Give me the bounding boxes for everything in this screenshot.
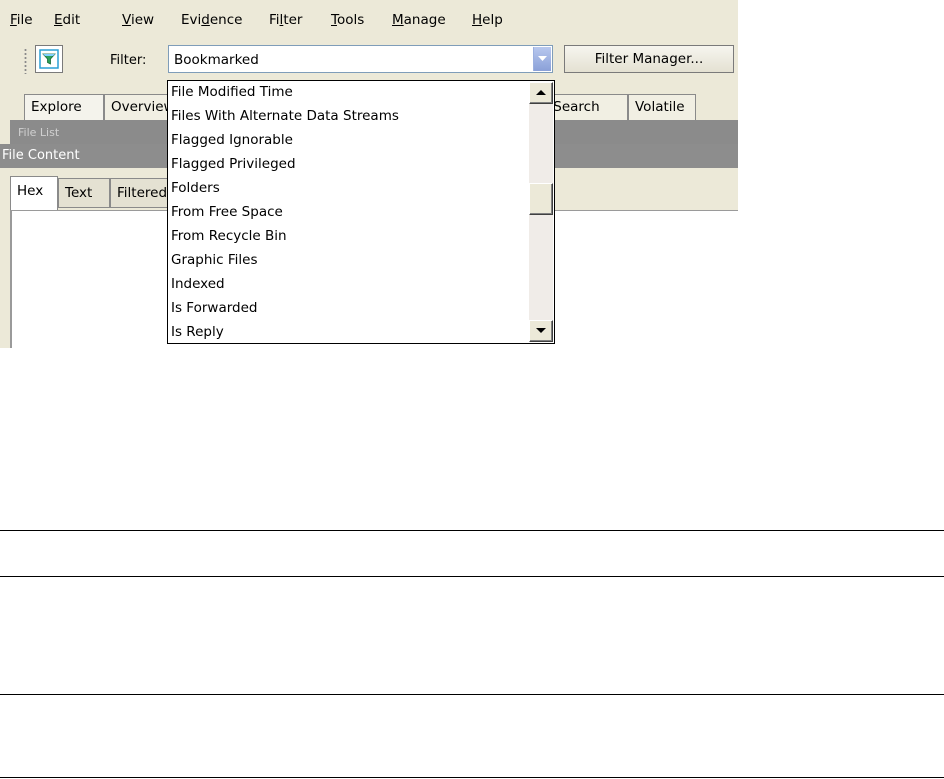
filter-dropdown-button[interactable] bbox=[533, 47, 551, 71]
dropdown-option[interactable]: Folders bbox=[171, 177, 220, 201]
tab-explore[interactable]: Explore bbox=[24, 94, 104, 120]
dropdown-option[interactable]: Flagged Ignorable bbox=[171, 129, 293, 153]
filter-dropdown-list[interactable]: File Modified Time Files With Alternate … bbox=[167, 80, 555, 344]
dropdown-option[interactable]: Flagged Privileged bbox=[171, 153, 296, 177]
menu-edit[interactable]: Edit bbox=[54, 12, 80, 28]
tab-overview[interactable]: Overview bbox=[104, 94, 174, 120]
arrow-up-icon bbox=[536, 90, 546, 95]
file-content-title: File Content bbox=[2, 148, 80, 163]
dropdown-option[interactable]: File Modified Time bbox=[171, 81, 293, 105]
arrow-down-icon bbox=[536, 328, 546, 333]
filter-select[interactable]: Bookmarked bbox=[168, 45, 553, 73]
tab-volatile[interactable]: Volatile bbox=[628, 94, 696, 120]
dropdown-option[interactable]: From Free Space bbox=[171, 201, 283, 225]
menu-filter[interactable]: Filter bbox=[269, 12, 302, 28]
file-list-title: File List bbox=[18, 126, 60, 139]
dropdown-option[interactable]: Indexed bbox=[171, 273, 225, 297]
menu-view[interactable]: View bbox=[122, 12, 154, 28]
menu-bar: File Edit View Evidence Filter Tools Man… bbox=[0, 0, 738, 40]
filter-toolbar: Filter: Bookmarked Filter Manager... bbox=[0, 40, 738, 80]
scroll-up-button[interactable] bbox=[529, 82, 553, 104]
tab-text[interactable]: Text bbox=[58, 178, 110, 208]
menu-file[interactable]: File bbox=[10, 12, 33, 28]
menu-manage[interactable]: Manage bbox=[392, 12, 446, 28]
filter-toggle-button[interactable] bbox=[35, 45, 63, 73]
filter-label: Filter: bbox=[110, 53, 147, 68]
chevron-down-icon bbox=[538, 56, 547, 61]
dropdown-option[interactable]: Graphic Files bbox=[171, 249, 258, 273]
menu-help[interactable]: Help bbox=[472, 12, 503, 28]
dropdown-option[interactable]: From Recycle Bin bbox=[171, 225, 287, 249]
dropdown-option[interactable]: Is Forwarded bbox=[171, 297, 257, 321]
menu-tools[interactable]: Tools bbox=[331, 12, 364, 28]
tab-index-search[interactable]: x Search bbox=[544, 94, 628, 120]
scrollbar-thumb[interactable] bbox=[529, 183, 553, 215]
divider-line bbox=[0, 530, 944, 531]
divider-line bbox=[0, 777, 944, 778]
dropdown-option[interactable]: Files With Alternate Data Streams bbox=[171, 105, 399, 129]
dropdown-option[interactable]: Is Reply bbox=[171, 321, 224, 343]
application-window: File Edit View Evidence Filter Tools Man… bbox=[0, 0, 738, 348]
filter-manager-button[interactable]: Filter Manager... bbox=[564, 45, 734, 73]
filter-select-value: Bookmarked bbox=[174, 52, 259, 68]
menu-evidence[interactable]: Evidence bbox=[181, 12, 242, 28]
divider-line bbox=[0, 576, 944, 577]
dropdown-scrollbar[interactable] bbox=[529, 82, 553, 342]
divider-line bbox=[0, 694, 944, 695]
scroll-down-button[interactable] bbox=[529, 320, 553, 342]
funnel-icon bbox=[39, 49, 59, 69]
toolbar-grip[interactable] bbox=[24, 48, 27, 74]
tab-hex[interactable]: Hex bbox=[10, 176, 58, 210]
